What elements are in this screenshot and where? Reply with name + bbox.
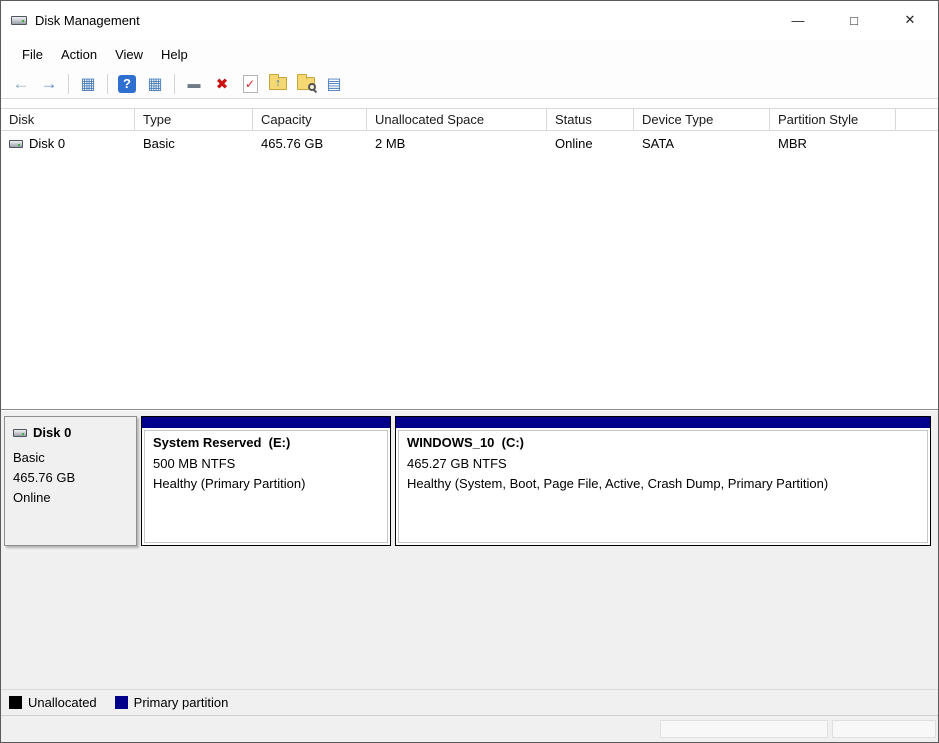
disk-icon	[9, 139, 23, 148]
help-icon[interactable]: ?	[114, 72, 140, 96]
menu-view[interactable]: View	[106, 43, 152, 66]
status-cell	[832, 720, 936, 738]
show-action-pane-icon[interactable]: ▦	[142, 72, 168, 96]
partition-label: System Reserved (E:)	[153, 435, 291, 450]
command-icon[interactable]: ▬	[181, 72, 207, 96]
cell-device-type: SATA	[642, 136, 675, 151]
cell-partition-style: MBR	[778, 136, 807, 151]
unallocated-swatch	[9, 696, 22, 709]
column-header-unallocated[interactable]: Unallocated Space	[367, 109, 547, 130]
menubar: File Action View Help	[1, 39, 938, 69]
disk0-title: Disk 0	[13, 425, 128, 440]
column-header-type[interactable]: Type	[135, 109, 253, 130]
disk0-info-panel[interactable]: Disk 0 Basic 465.76 GB Online	[4, 416, 137, 546]
disk-management-window: Disk Management — □ ✕ File Action View H…	[0, 0, 939, 743]
table-row[interactable]: Disk 0 Basic 465.76 GB 2 MB Online SATA …	[1, 131, 938, 156]
partition-body: WINDOWS_10 (C:) 465.27 GB NTFS Healthy (…	[398, 430, 928, 543]
legend-item-primary-partition: Primary partition	[114, 695, 229, 710]
partition-color-bar	[396, 417, 930, 428]
menu-help[interactable]: Help	[152, 43, 197, 66]
partition-windows-10[interactable]: WINDOWS_10 (C:) 465.27 GB NTFS Healthy (…	[395, 416, 931, 546]
column-header-status[interactable]: Status	[547, 109, 634, 130]
disk0-type: Basic	[13, 450, 45, 465]
legend-item-unallocated: Unallocated	[9, 695, 97, 710]
legend-label: Primary partition	[133, 695, 229, 710]
volume-list-pane: Disk Type Capacity Unallocated Space Sta…	[1, 100, 938, 410]
column-header-partition-style[interactable]: Partition Style	[770, 109, 896, 130]
menu-file[interactable]: File	[13, 43, 52, 66]
partition-label: WINDOWS_10 (C:)	[407, 435, 524, 450]
legend-label: Unallocated	[28, 695, 97, 710]
set-active-icon[interactable]: ✓	[237, 72, 263, 96]
partition-size: 500 MB NTFS	[153, 456, 236, 471]
forward-icon[interactable]: →	[36, 72, 62, 96]
toolbar-separator	[107, 73, 108, 94]
status-cell	[660, 720, 828, 738]
open-folder-icon[interactable]: ↑	[265, 72, 291, 96]
toolbar-separator	[68, 73, 69, 94]
list-header: Disk Type Capacity Unallocated Space Sta…	[1, 108, 938, 131]
cell-disk: Disk 0	[1, 136, 135, 151]
toolbar: ← → ▦ ? ▦ ▬ ✖ ✓ ↑ ▤	[1, 69, 938, 99]
partition-body: System Reserved (E:) 500 MB NTFS Healthy…	[144, 430, 388, 543]
graphical-view-pane: Disk 0 Basic 465.76 GB Online System Res…	[1, 411, 938, 689]
window-title: Disk Management	[35, 12, 140, 28]
close-button[interactable]: ✕	[882, 1, 938, 39]
window-controls: — □ ✕	[770, 1, 938, 39]
cell-unallocated: 2 MB	[375, 136, 406, 151]
minimize-button[interactable]: —	[770, 1, 826, 39]
primary-partition-swatch	[114, 696, 128, 709]
back-icon[interactable]: ←	[8, 72, 34, 96]
status-bar	[1, 715, 938, 742]
column-header-disk[interactable]: Disk	[1, 109, 135, 130]
partition-color-bar	[142, 417, 390, 428]
properties-list-icon[interactable]: ▤	[321, 72, 347, 96]
titlebar: Disk Management — □ ✕	[1, 1, 938, 39]
toolbar-separator	[174, 73, 175, 94]
explore-folder-icon[interactable]	[293, 72, 319, 96]
disk0-status: Online	[13, 490, 51, 505]
cell-capacity: 465.76 GB	[261, 136, 324, 151]
column-header-capacity[interactable]: Capacity	[253, 109, 367, 130]
disk-icon	[13, 428, 27, 437]
column-header-device-type[interactable]: Device Type	[634, 109, 770, 130]
disk0-capacity: 465.76 GB	[13, 470, 76, 485]
legend-bar: Unallocated Primary partition	[1, 689, 938, 715]
cell-status: Online	[555, 136, 593, 151]
partition-status: Healthy (Primary Partition)	[153, 476, 306, 491]
delete-volume-icon[interactable]: ✖	[209, 72, 235, 96]
app-icon	[11, 15, 27, 25]
column-header-filler	[896, 109, 938, 130]
partition-status: Healthy (System, Boot, Page File, Active…	[407, 476, 829, 491]
partition-strip: System Reserved (E:) 500 MB NTFS Healthy…	[141, 416, 931, 546]
show-console-tree-icon[interactable]: ▦	[75, 72, 101, 96]
maximize-button[interactable]: □	[826, 1, 882, 39]
partition-size: 465.27 GB NTFS	[407, 456, 507, 471]
partition-system-reserved[interactable]: System Reserved (E:) 500 MB NTFS Healthy…	[141, 416, 391, 546]
menu-action[interactable]: Action	[52, 43, 106, 66]
cell-type: Basic	[143, 136, 175, 151]
